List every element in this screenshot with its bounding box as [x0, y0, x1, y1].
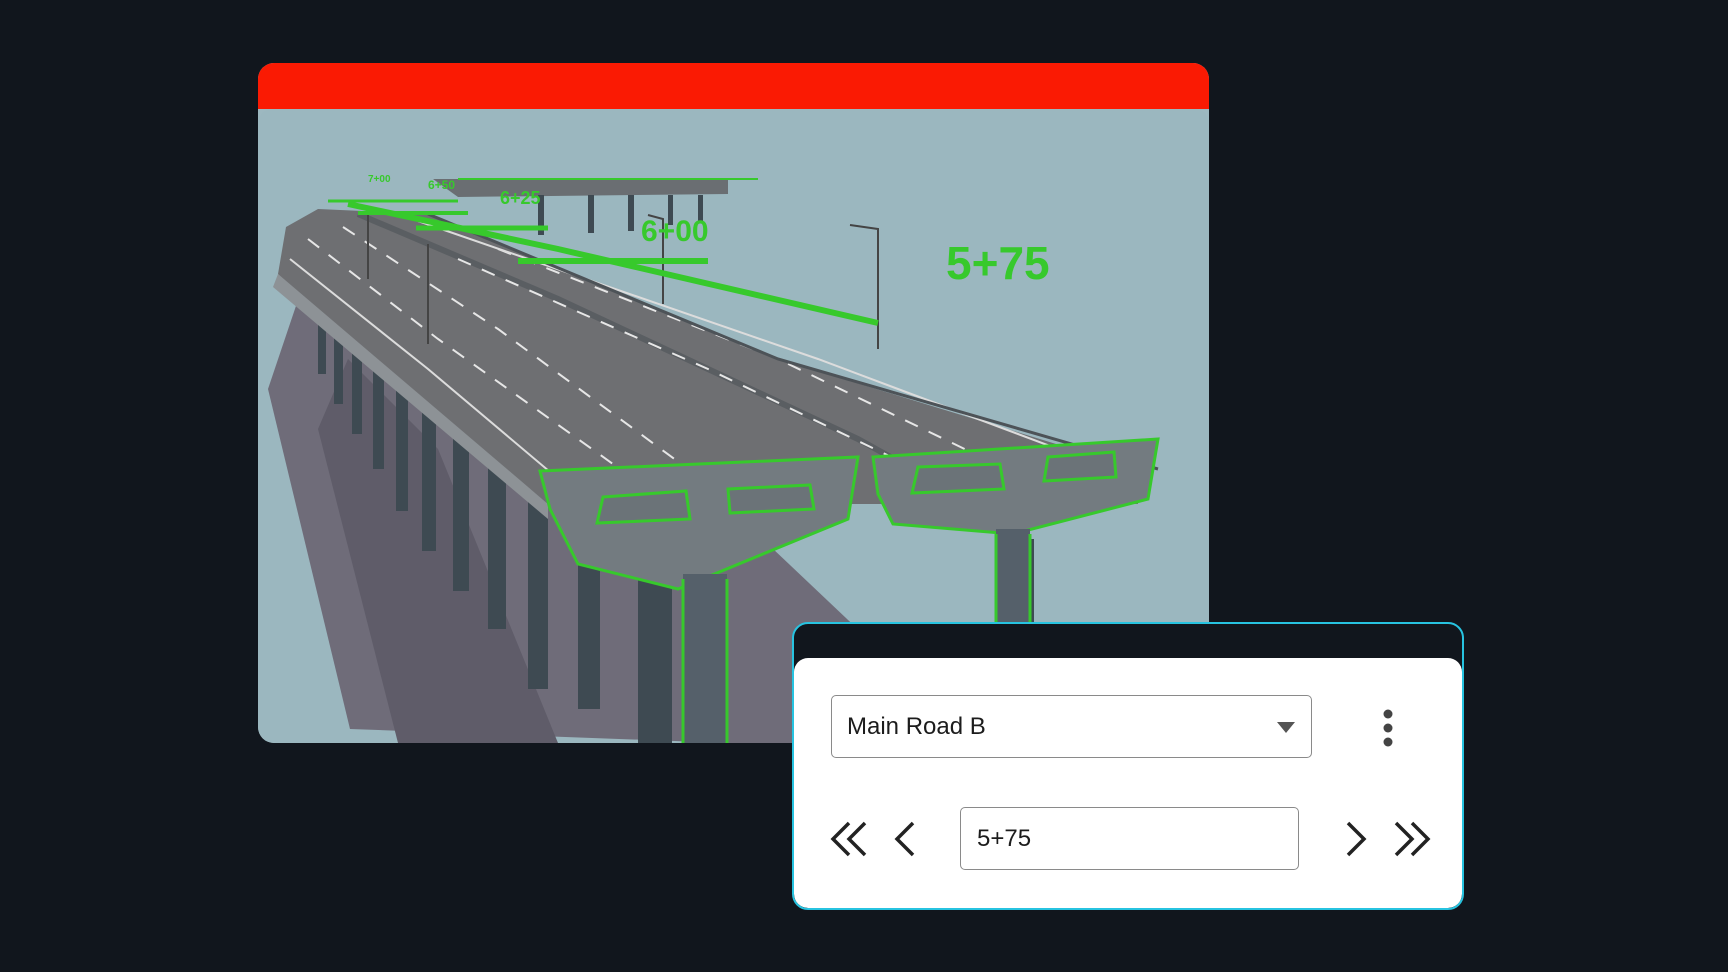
double-chevron-right-icon: [1394, 821, 1431, 857]
first-station-button[interactable]: [827, 817, 871, 861]
more-vertical-icon[interactable]: [1376, 708, 1400, 748]
station-input[interactable]: [960, 807, 1299, 870]
navigator-body: Main Road B: [794, 658, 1462, 908]
station-label: 6+00: [641, 215, 709, 248]
next-station-button[interactable]: [1334, 817, 1378, 861]
previous-station-button[interactable]: [889, 817, 933, 861]
double-chevron-left-icon: [830, 821, 867, 857]
station-label: 7+00: [368, 174, 391, 185]
chevron-right-icon: [1346, 821, 1367, 857]
station-label: 6+25: [500, 188, 541, 208]
caret-down-icon: [1277, 722, 1295, 733]
route-dropdown[interactable]: Main Road B: [831, 695, 1312, 758]
route-dropdown-value: Main Road B: [847, 713, 986, 740]
station-label: 6+50: [428, 178, 455, 192]
last-station-button[interactable]: [1390, 817, 1434, 861]
station-label-primary: 5+75: [946, 237, 1050, 289]
viewer-header-bar: [258, 63, 1209, 109]
chevron-left-icon: [894, 821, 915, 857]
station-navigator-panel: Main Road B: [792, 622, 1464, 910]
